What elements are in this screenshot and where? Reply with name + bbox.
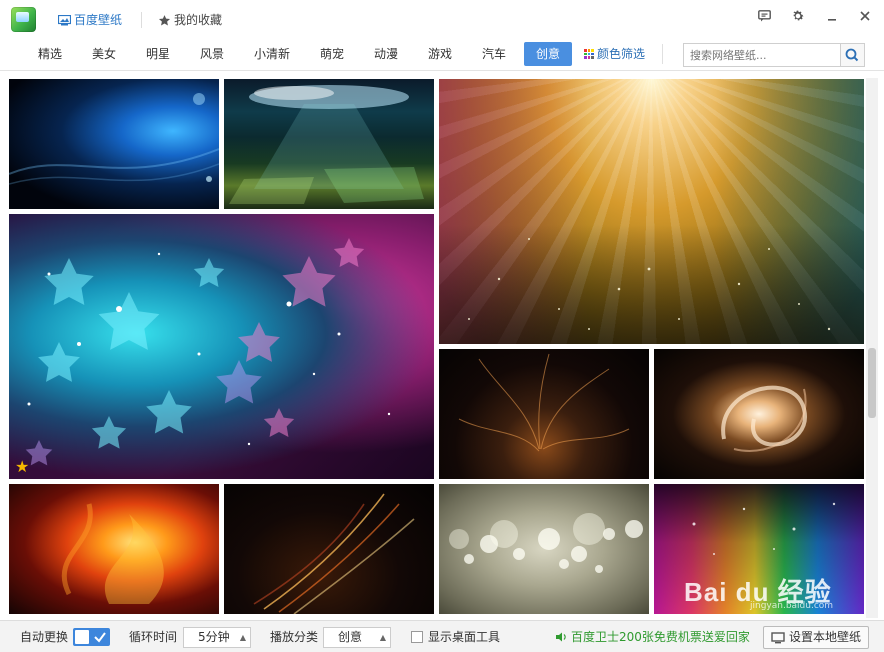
speaker-icon <box>556 632 566 642</box>
category-featured[interactable]: 精选 <box>30 42 70 66</box>
search-icon <box>845 48 859 62</box>
set-local-wallpaper-label: 设置本地壁纸 <box>789 630 862 644</box>
tab-label: 百度壁纸 <box>74 13 123 27</box>
wallpaper-thumbnail[interactable] <box>439 79 864 344</box>
wallpaper-thumbnail[interactable] <box>654 349 864 479</box>
category-games[interactable]: 游戏 <box>420 42 460 66</box>
category-beauty[interactable]: 美女 <box>84 42 124 66</box>
category-scenery[interactable]: 风景 <box>192 42 232 66</box>
chevron-up-icon: ▲ <box>239 633 246 642</box>
wallpaper-thumbnail[interactable] <box>9 79 219 209</box>
category-fresh[interactable]: 小清新 <box>246 42 298 66</box>
search-input[interactable] <box>684 44 840 66</box>
check-icon <box>94 632 106 643</box>
tab-divider <box>141 12 142 28</box>
scrollbar[interactable] <box>866 78 878 618</box>
auto-change-label: 自动更换 <box>20 630 69 644</box>
wallpaper-thumbnail[interactable]: Bai du 经验 jingyan.baidu.com <box>654 484 864 614</box>
minimize-icon[interactable] <box>822 9 842 29</box>
title-bar: 百度壁纸 我的收藏 <box>0 0 884 38</box>
toggle-knob <box>75 630 89 644</box>
tab-my-favorites[interactable]: 我的收藏 <box>158 11 222 29</box>
cycle-time-label: 循环时间 <box>129 630 178 644</box>
wallpaper-thumbnail[interactable] <box>224 79 434 209</box>
star-icon <box>158 14 171 25</box>
category-celebrity[interactable]: 明星 <box>138 42 178 66</box>
promo-text: 百度卫士200张免费机票送爱回家 <box>571 630 750 644</box>
wallpaper-grid: ★ Bai du 经验 jingyan.baidu.com <box>0 72 884 620</box>
divider <box>662 44 663 64</box>
search-button[interactable] <box>840 44 864 66</box>
monitor-icon <box>771 631 785 643</box>
play-category-label: 播放分类 <box>270 630 319 644</box>
category-anime[interactable]: 动漫 <box>366 42 406 66</box>
feedback-icon[interactable] <box>754 9 774 29</box>
category-cars[interactable]: 汽车 <box>474 42 514 66</box>
color-filter-button[interactable]: 颜色筛选 <box>584 42 645 66</box>
show-desktop-tool-checkbox[interactable] <box>411 631 423 643</box>
auto-change-toggle[interactable] <box>73 628 110 646</box>
cycle-time-value: 5分钟 <box>198 630 230 644</box>
favorite-star-icon[interactable]: ★ <box>15 459 29 475</box>
promo-link[interactable]: 百度卫士200张免费机票送爱回家 <box>555 621 750 652</box>
category-pets[interactable]: 萌宠 <box>312 42 352 66</box>
wallpaper-thumbnail[interactable]: ★ <box>9 214 434 479</box>
category-creative[interactable]: 创意 <box>524 42 572 66</box>
wallpaper-thumbnail[interactable] <box>224 484 434 614</box>
search-box <box>683 43 865 67</box>
close-icon[interactable] <box>855 9 875 29</box>
wallpaper-thumbnail[interactable] <box>439 349 649 479</box>
bottom-bar: 自动更换 循环时间 5分钟 ▲ 播放分类 创意 ▲ 显示桌面工具 百度卫士200… <box>0 620 884 652</box>
scrollbar-thumb[interactable] <box>868 348 876 418</box>
color-grid-icon <box>584 49 594 59</box>
play-category-select[interactable]: 创意 ▲ <box>323 627 391 648</box>
watermark-url: jingyan.baidu.com <box>750 601 834 611</box>
category-bar: 精选 美女 明星 风景 小清新 萌宠 动漫 游戏 汽车 创意 颜色筛选 <box>0 38 884 71</box>
cycle-time-select[interactable]: 5分钟 ▲ <box>183 627 251 648</box>
color-filter-label: 颜色筛选 <box>597 47 646 61</box>
set-local-wallpaper-button[interactable]: 设置本地壁纸 <box>763 626 869 649</box>
settings-icon[interactable] <box>788 9 808 29</box>
play-category-value: 创意 <box>338 630 363 644</box>
wallpaper-thumbnail[interactable] <box>9 484 219 614</box>
tab-baidu-wallpaper[interactable]: 百度壁纸 <box>58 11 122 29</box>
wallpaper-thumbnail[interactable] <box>439 484 649 614</box>
chevron-up-icon: ▲ <box>379 633 386 642</box>
show-desktop-tool-label: 显示桌面工具 <box>428 630 501 644</box>
app-logo-icon <box>11 7 36 32</box>
wallpaper-icon <box>58 14 71 25</box>
tab-label: 我的收藏 <box>174 13 223 27</box>
